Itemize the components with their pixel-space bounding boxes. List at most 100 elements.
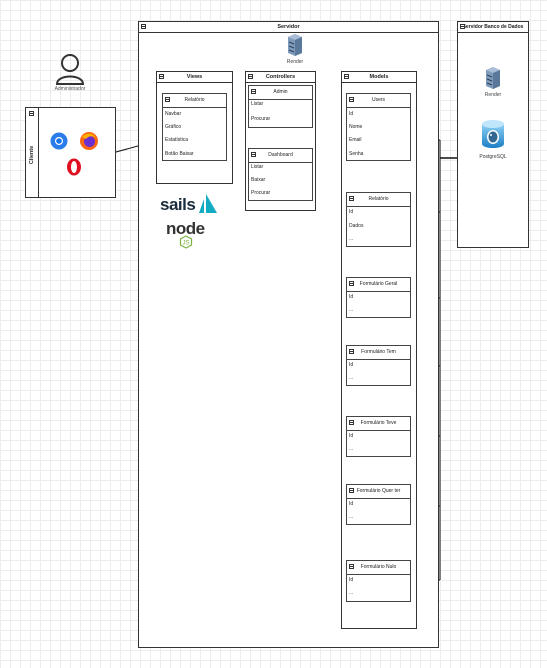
db-label: PostgreSQL (479, 154, 507, 160)
models-title-bar: Models (342, 72, 416, 83)
view-class-relatorio[interactable]: Relatório Navbar Gráfico Estatística Bot… (162, 93, 227, 161)
class-field: Procurar (251, 116, 271, 122)
class-header: Admin (249, 86, 312, 100)
collapse-toggle-icon[interactable] (460, 24, 465, 29)
collapse-toggle-icon[interactable] (349, 488, 354, 493)
class-field: ... (349, 446, 354, 452)
views-title: Views (186, 74, 203, 80)
server-title-bar: Servidor (139, 22, 438, 33)
class-header: Formulário Nulo (347, 561, 410, 575)
class-field: Procurar (251, 190, 271, 196)
class-header: Formulário Tem (347, 346, 410, 360)
client-title-bar: Cliente (26, 108, 39, 197)
class-field: Botão Baixar (165, 151, 194, 157)
node-logo: node JS (166, 219, 216, 249)
sails-logo-text: sails (160, 195, 196, 214)
collapse-toggle-icon[interactable] (349, 97, 354, 102)
collapse-toggle-icon[interactable] (159, 74, 164, 79)
model-class-formulario-teve[interactable]: Formulário Teve Id ... (346, 416, 411, 457)
controller-class-dashboard[interactable]: Dashboard Listar Baixar Procurar (248, 148, 313, 201)
class-header: Formulário Quer ter (347, 485, 410, 499)
models-title: Models (369, 74, 389, 80)
collapse-toggle-icon[interactable] (349, 281, 354, 286)
class-field: ... (349, 236, 354, 242)
model-class-relatorio[interactable]: Relatório Id Dados ... (346, 192, 411, 247)
collapse-toggle-icon[interactable] (165, 97, 170, 102)
server-rack-icon (288, 34, 302, 56)
db-server-title-bar: Servidor Banco de Dados (458, 22, 528, 33)
views-title-bar: Views (157, 72, 232, 83)
server-host-label: Render (286, 59, 304, 65)
class-name: Formulário Geral (359, 281, 398, 287)
collapse-toggle-icon[interactable] (344, 74, 349, 79)
class-name: Formulário Quer ter (356, 488, 401, 494)
chrome-icon (50, 132, 68, 150)
node-hexagon-icon: JS (179, 235, 193, 249)
collapse-toggle-icon[interactable] (349, 196, 354, 201)
class-field: ... (349, 514, 354, 520)
class-field: Nome (349, 124, 363, 130)
class-field: ... (349, 307, 354, 313)
actor-label: Administrador (54, 86, 86, 92)
opera-icon (67, 158, 81, 176)
collapse-toggle-icon[interactable] (251, 89, 256, 94)
class-field: Id (349, 362, 354, 368)
class-field: Listar (251, 101, 264, 107)
class-field: Gráfico (165, 124, 182, 130)
class-field: Id (349, 501, 354, 507)
collapse-toggle-icon[interactable] (251, 152, 256, 157)
class-header: Formulário Teve (347, 417, 410, 431)
class-field: ... (349, 375, 354, 381)
class-field: Id (349, 111, 354, 117)
user-icon (55, 54, 85, 85)
administrator-actor: Administrador (50, 52, 90, 96)
class-field: Id (349, 294, 354, 300)
model-class-formulario-quer-ter[interactable]: Formulário Quer ter Id ... (346, 484, 411, 525)
svg-text:JS: JS (182, 241, 189, 247)
server-title: Servidor (277, 24, 300, 30)
class-name: Relatório (368, 196, 389, 202)
class-header: Relatório (347, 193, 410, 207)
class-name: Relatório (184, 97, 205, 103)
class-name: Formulário Nulo (360, 564, 397, 570)
class-field: Navbar (165, 111, 182, 117)
sail-icon (199, 194, 217, 213)
collapse-toggle-icon[interactable] (248, 74, 253, 79)
collapse-toggle-icon[interactable] (349, 349, 354, 354)
class-field: ... (349, 590, 354, 596)
class-field: Baixar (251, 177, 266, 183)
class-name: Admin (273, 89, 288, 95)
collapse-toggle-icon[interactable] (349, 564, 354, 569)
db-server-title: Servidor Banco de Dados (462, 24, 524, 30)
class-field: Listar (251, 164, 264, 170)
model-class-formulario-nulo[interactable]: Formulário Nulo Id ... (346, 560, 411, 602)
class-field: Estatística (165, 137, 189, 143)
firefox-icon (80, 132, 98, 150)
class-name: Formulário Tem (361, 349, 396, 355)
class-field: Id (349, 433, 354, 439)
class-field: Id (349, 209, 354, 215)
sails-logo: sails (160, 193, 220, 217)
class-header: Dashboard (249, 149, 312, 163)
class-field: Senha (349, 151, 364, 157)
model-class-users[interactable]: Users Id Nome Email Senha (346, 93, 411, 161)
db-host-label: Render (484, 92, 502, 98)
class-header: Users (347, 94, 410, 108)
class-header: Formulário Geral (347, 278, 410, 292)
controller-class-admin[interactable]: Admin Listar Procurar (248, 85, 313, 128)
model-class-formulario-geral[interactable]: Formulário Geral Id ... (346, 277, 411, 318)
class-header: Relatório (163, 94, 226, 108)
server-rack-icon (486, 67, 500, 89)
model-class-formulario-tem[interactable]: Formulário Tem Id ... (346, 345, 411, 386)
class-name: Formulário Teve (360, 420, 397, 426)
client-box: Cliente (25, 107, 116, 198)
collapse-toggle-icon[interactable] (29, 111, 34, 116)
class-field: Email (349, 137, 362, 143)
collapse-toggle-icon[interactable] (349, 420, 354, 425)
class-field: Id (349, 577, 354, 583)
class-name: Dashboard (268, 152, 293, 158)
class-field: Dados (349, 223, 364, 229)
class-name: Users (371, 97, 386, 103)
collapse-toggle-icon[interactable] (141, 24, 146, 29)
controllers-title-bar: Controllers (246, 72, 315, 83)
